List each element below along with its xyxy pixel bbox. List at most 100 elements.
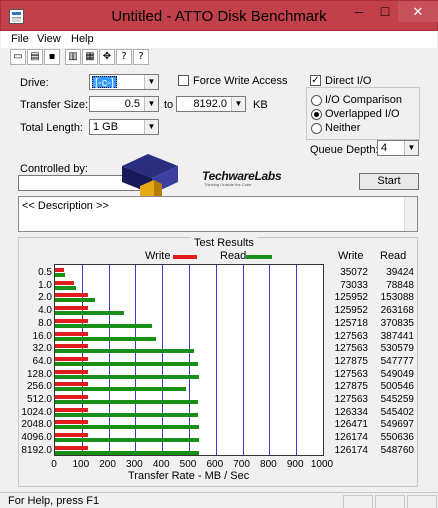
status-bar: For Help, press F1 [0, 492, 438, 508]
save-icon[interactable]: ▪ [44, 49, 60, 65]
neither-radio[interactable] [311, 123, 322, 134]
description-scrollbar[interactable] [404, 197, 417, 231]
context-help-icon[interactable]: ? [133, 49, 149, 65]
write-bar [55, 433, 89, 438]
open-icon[interactable]: ▤ [27, 49, 43, 65]
menu-help[interactable]: Help [71, 33, 94, 45]
help-icon[interactable]: ? [116, 49, 132, 65]
force-write-label: Force Write Access [193, 75, 288, 87]
transfer-size-to-value: 8192.0 [193, 98, 227, 110]
chevron-down-icon[interactable]: ▼ [144, 75, 158, 89]
menu-view[interactable]: View [37, 33, 61, 45]
gridline [296, 265, 297, 455]
direct-io-label: Direct I/O [325, 75, 372, 87]
read-bar [55, 438, 200, 443]
close-button[interactable]: ✕ [398, 1, 438, 22]
x-tick-label: 700 [233, 459, 250, 470]
print-preview-icon[interactable]: ▦ [82, 49, 98, 65]
read-value: 550636 [380, 432, 414, 444]
x-axis-label: Transfer Rate - MB / Sec [128, 470, 250, 482]
read-value: 500546 [380, 381, 414, 393]
read-value: 549049 [380, 368, 414, 380]
x-tick-label: 500 [179, 459, 197, 470]
read-value: 78848 [386, 279, 414, 291]
x-tick-label: 100 [72, 459, 90, 470]
start-button[interactable]: Start [359, 173, 419, 190]
description-field[interactable]: << Description >> [18, 196, 418, 232]
gridline [216, 265, 217, 455]
read-bar [55, 425, 199, 430]
status-text: For Help, press F1 [8, 495, 100, 507]
chevron-down-icon[interactable]: ▼ [144, 120, 158, 134]
chevron-down-icon[interactable]: ▼ [404, 141, 418, 155]
write-value: 127563 [334, 330, 368, 342]
x-tick-label: 200 [99, 459, 116, 470]
read-bar [55, 400, 198, 404]
transfer-size-label: 0.5 [38, 267, 52, 278]
logo-tagline: Thinking Outside the Cube [204, 182, 252, 187]
read-bar [55, 298, 96, 303]
read-bar [55, 412, 198, 417]
read-value: 545259 [380, 394, 414, 405]
queue-depth-value: 4 [381, 142, 388, 154]
x-tick-label: 0 [51, 459, 57, 470]
write-bar [55, 407, 89, 412]
transfer-size-label: 8.0 [38, 317, 52, 329]
transfer-size-label: 128.0 [26, 368, 52, 380]
description-text: << Description >> [22, 200, 109, 212]
write-bar [55, 331, 89, 336]
read-bar [55, 349, 194, 354]
io-comparison-radio[interactable] [311, 95, 322, 106]
write-legend-label: Write [145, 250, 171, 262]
write-column-header: Write [338, 250, 364, 262]
queue-depth-label: Queue Depth: [310, 144, 379, 156]
transfer-size-from-select[interactable]: 0.5 ▼ [89, 96, 159, 112]
write-value: 126334 [334, 406, 368, 418]
print-icon[interactable]: ▥ [65, 49, 81, 65]
menu-file[interactable]: File [11, 33, 29, 45]
read-value: 153088 [380, 292, 414, 304]
drive-value: [-c-] [92, 76, 117, 89]
overlapped-io-radio[interactable] [311, 109, 322, 120]
direct-io-checkbox[interactable]: ✓ [310, 75, 321, 86]
transfer-size-label: 32.0 [32, 343, 52, 355]
write-legend-swatch [173, 255, 197, 259]
to-label: to [164, 99, 174, 111]
read-value: 530579 [380, 343, 414, 355]
maximize-button[interactable]: □ [372, 1, 398, 22]
new-icon[interactable]: ▭ [10, 49, 26, 65]
force-write-checkbox[interactable] [178, 75, 189, 86]
queue-depth-select[interactable]: 4 ▼ [377, 140, 419, 156]
write-bar [55, 420, 89, 425]
transfer-size-label: 8192.0 [21, 444, 52, 456]
total-length-select[interactable]: 1 GB ▼ [89, 119, 159, 135]
status-pane-1 [343, 495, 373, 508]
read-bar [55, 374, 199, 379]
write-value: 35072 [340, 267, 368, 278]
read-value: 547777 [380, 355, 414, 367]
title-bar[interactable]: Untitled - ATTO Disk Benchmark – □ ✕ [0, 0, 438, 31]
transfer-size-label: 1.0 [38, 279, 52, 291]
x-tick-label: 600 [206, 459, 224, 470]
read-bar [55, 323, 153, 328]
read-bar [55, 336, 157, 341]
read-bar [55, 361, 199, 366]
write-value: 126174 [334, 444, 368, 456]
write-value: 125718 [334, 317, 368, 329]
minimize-button[interactable]: – [346, 1, 372, 22]
write-bar [55, 318, 88, 323]
controlled-by-label: Controlled by: [20, 163, 88, 175]
x-tick-label: 1000 [310, 459, 334, 470]
results-chart [54, 264, 324, 456]
drive-select[interactable]: [-c-] ▼ [89, 74, 159, 90]
chevron-down-icon[interactable]: ▼ [144, 97, 158, 111]
logo-brand: TechwareLabs [202, 169, 282, 183]
transfer-size-label: 2.0 [38, 292, 52, 304]
transfer-size-to-select[interactable]: 8192.0 ▼ [176, 96, 246, 112]
write-bar [55, 280, 75, 285]
read-value: 548760 [380, 444, 414, 456]
read-bar [55, 273, 66, 277]
transfer-size-label: 512.0 [26, 394, 52, 405]
move-icon[interactable]: ✥ [99, 49, 115, 65]
chevron-down-icon[interactable]: ▼ [231, 97, 245, 111]
